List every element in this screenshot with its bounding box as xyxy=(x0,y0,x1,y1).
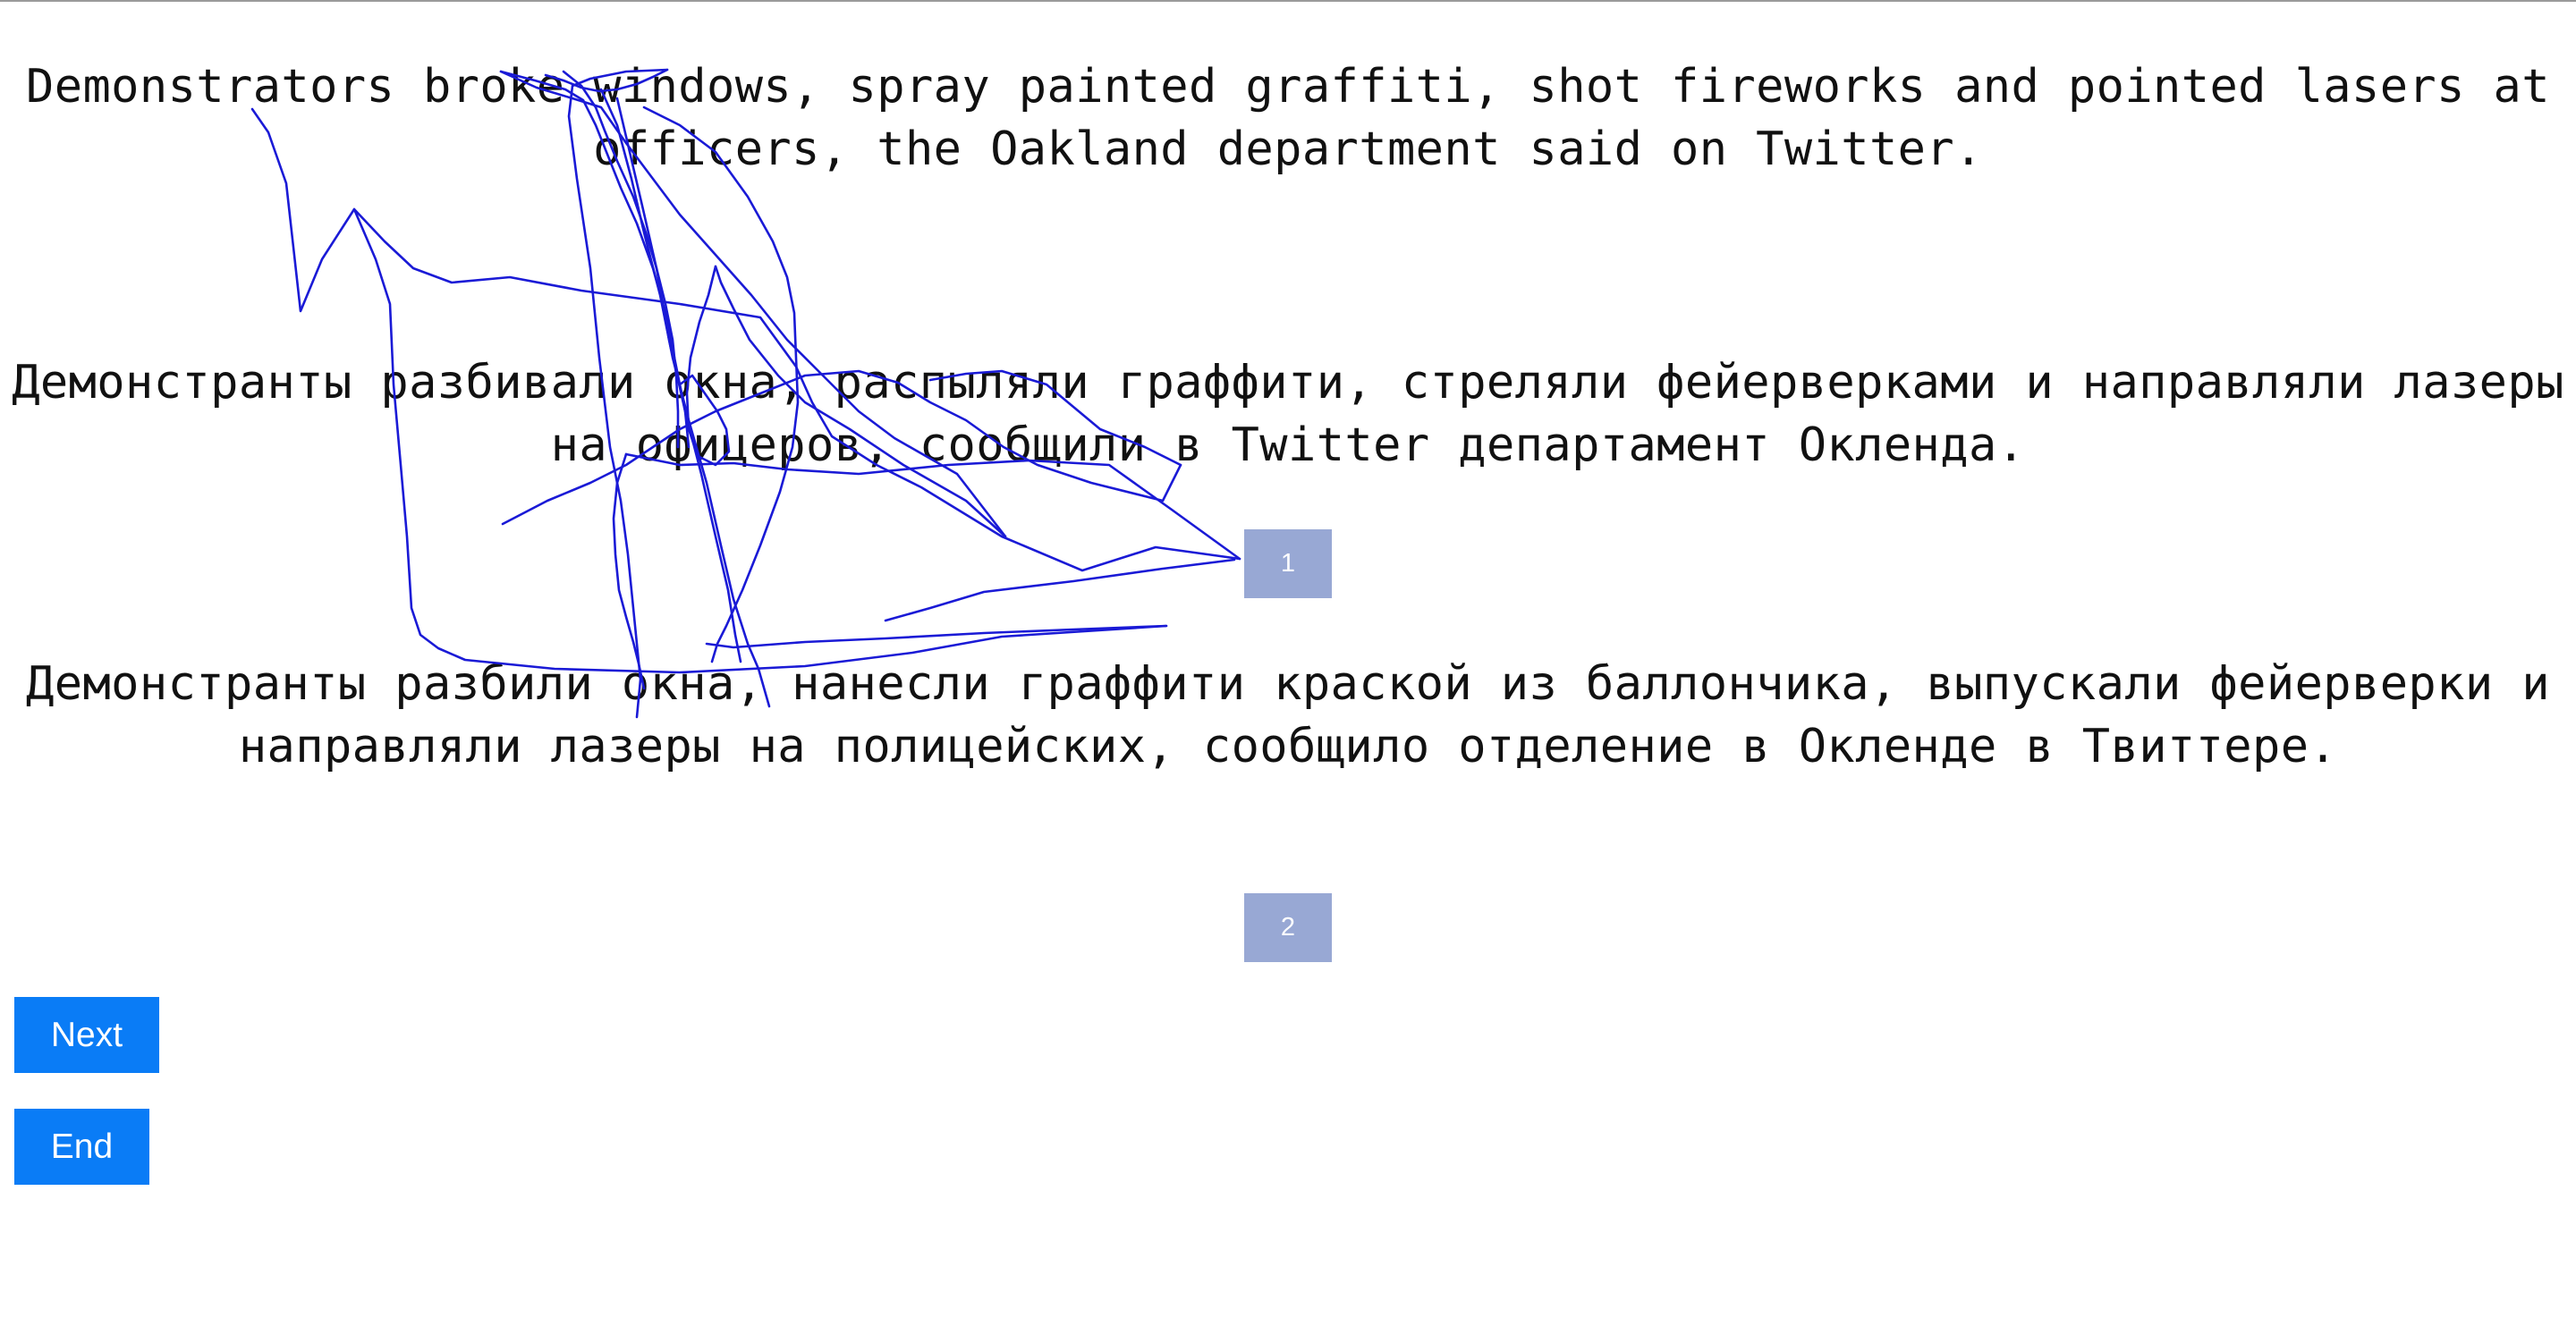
rank-box-2[interactable]: 2 xyxy=(1244,893,1332,962)
mouse-trace-stroke-14 xyxy=(884,558,1236,622)
mouse-trace-stroke-4 xyxy=(705,624,1168,649)
top-divider xyxy=(0,0,2576,2)
end-button[interactable]: End xyxy=(14,1109,149,1185)
translation-sentence-2: Демонстранты разбили окна, нанесли графф… xyxy=(26,657,2550,773)
rank-box-1[interactable]: 1 xyxy=(1244,529,1332,598)
translation-sentence-1: Демонстранты разбивали окна, распыляли г… xyxy=(12,356,2564,472)
source-sentence: Demonstrators broke windows, spray paint… xyxy=(26,60,2550,176)
next-button[interactable]: Next xyxy=(14,997,159,1073)
